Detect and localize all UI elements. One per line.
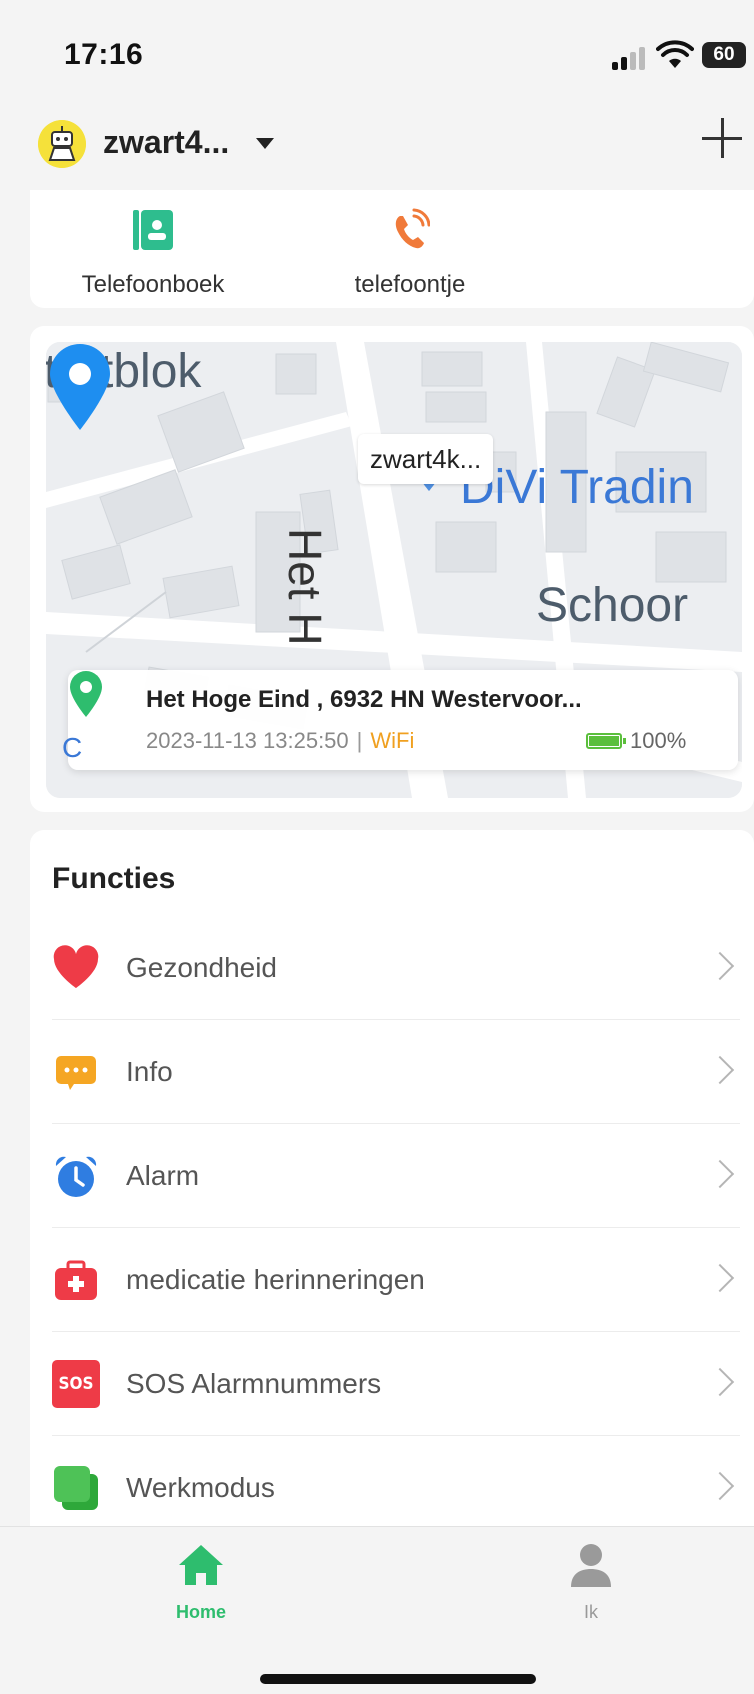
chevron-right-icon	[705, 1263, 735, 1293]
device-battery-value: 100%	[630, 728, 687, 753]
shortcut-label: Telefoonboek	[81, 271, 225, 298]
status-time: 17:16	[64, 38, 144, 71]
status-bar: 17:16 60	[0, 0, 754, 110]
chevron-right-icon	[705, 1055, 735, 1085]
location-meta: 2023-11-13 13:25:50 | WiFi	[146, 728, 414, 754]
map-label-street: Het H	[279, 528, 331, 646]
map-label-place: Schoor	[536, 579, 689, 632]
message-icon	[56, 1056, 96, 1090]
function-label: Werkmodus	[126, 1472, 275, 1503]
header: zwart4...	[0, 110, 754, 192]
location-address: Het Hoge Eind , 6932 HN Westervoor...	[146, 686, 582, 713]
device-selector[interactable]: zwart4...	[103, 124, 229, 161]
alarm-clock-icon	[55, 1156, 97, 1197]
avatar[interactable]	[38, 120, 86, 168]
function-label: medicatie herinneringen	[126, 1264, 425, 1295]
function-item-gezondheid[interactable]: Gezondheid	[30, 916, 740, 1020]
battery-icon	[586, 733, 626, 749]
shortcut-call[interactable]: telefoontje	[320, 208, 500, 299]
section-title: Functies	[52, 862, 176, 895]
function-item-werkmodus[interactable]: Werkmodus	[30, 1436, 740, 1540]
person-icon	[571, 1544, 611, 1587]
contacts-book-icon	[133, 210, 173, 250]
location-map[interactable]: tartblok DiVi Tradin Het H Schoor zwart4…	[46, 342, 742, 798]
tab-ik[interactable]: Ik	[516, 1541, 666, 1623]
location-info-box[interactable]: Het Hoge Eind , 6932 HN Westervoor... 20…	[68, 670, 738, 770]
location-pin-icon[interactable]	[46, 342, 114, 432]
chevron-right-icon	[705, 1159, 735, 1189]
heart-icon	[53, 945, 99, 988]
tab-label: Ik	[583, 1602, 598, 1622]
signal-icon	[612, 46, 646, 70]
functions-card: Functies Gezondheid Info Alarm medicatie…	[30, 830, 754, 1530]
work-mode-icon	[54, 1466, 98, 1510]
location-timestamp: 2023-11-13 13:25:50	[146, 728, 349, 753]
shortcut-label: telefoontje	[354, 271, 466, 298]
chevron-down-icon[interactable]	[256, 138, 274, 149]
function-item-medicatie[interactable]: medicatie herinneringen	[30, 1228, 740, 1332]
function-item-sos[interactable]: SOS SOS Alarmnummers	[30, 1332, 740, 1436]
location-pin-green-icon	[70, 671, 102, 717]
phone-call-icon	[395, 208, 431, 249]
sos-icon: SOS	[52, 1360, 100, 1408]
meta-separator: |	[356, 728, 363, 753]
function-label: SOS Alarmnummers	[126, 1368, 382, 1399]
robot-avatar-icon	[38, 120, 86, 168]
function-item-alarm[interactable]: Alarm	[30, 1124, 740, 1228]
map-attribution-logo: C	[62, 732, 83, 763]
function-label: Alarm	[126, 1160, 200, 1191]
shortcut-phonebook[interactable]: Telefoonboek	[58, 208, 248, 299]
medical-kit-icon	[55, 1260, 97, 1300]
device-battery: 100%	[586, 728, 686, 754]
map-label-poi: DiVi Tradin	[460, 461, 694, 514]
marker-label: zwart4k...	[358, 434, 494, 484]
location-card: tartblok DiVi Tradin Het H Schoor zwart4…	[30, 326, 754, 812]
chevron-right-icon	[705, 1471, 735, 1501]
home-indicator[interactable]	[260, 1674, 536, 1684]
chevron-right-icon	[705, 1367, 735, 1397]
shortcuts-card: Telefoonboek telefoontje	[30, 190, 754, 308]
tab-home[interactable]: Home	[126, 1541, 276, 1623]
function-label: Info	[126, 1056, 173, 1087]
home-icon	[179, 1545, 223, 1585]
function-label: Gezondheid	[126, 952, 278, 983]
tab-label: Home	[175, 1602, 226, 1622]
app-screen: 17:16 60 zwart4... Telefoonboek telefoon…	[0, 0, 754, 1694]
battery-indicator: 60	[702, 42, 746, 68]
wifi-icon	[656, 40, 694, 68]
tab-bar: Home Ik	[0, 1526, 754, 1694]
chevron-right-icon	[705, 951, 735, 981]
function-item-info[interactable]: Info	[30, 1020, 740, 1124]
network-type: WiFi	[370, 728, 415, 753]
add-device-button[interactable]	[700, 116, 744, 160]
